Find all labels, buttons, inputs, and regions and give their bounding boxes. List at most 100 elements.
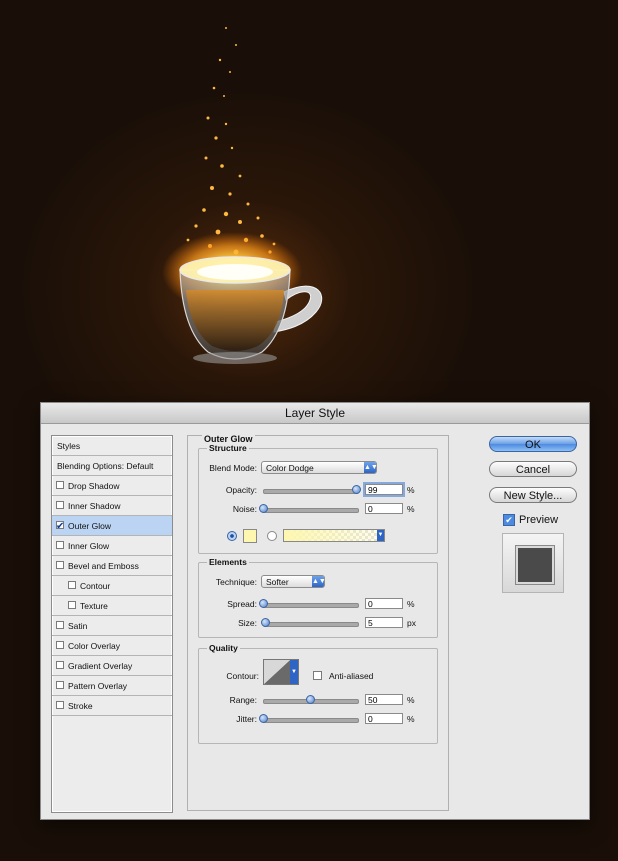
style-item-checkbox[interactable] — [56, 501, 64, 509]
range-field[interactable]: 50 — [365, 694, 403, 705]
opacity-slider-track[interactable] — [263, 489, 359, 494]
style-item-contour[interactable]: Contour — [52, 576, 172, 596]
anti-aliased-checkbox[interactable] — [313, 671, 322, 680]
structure-title: Structure — [207, 443, 249, 453]
style-item-satin[interactable]: Satin — [52, 616, 172, 636]
preview-label: Preview — [519, 514, 559, 526]
style-item-outer-glow[interactable]: Outer Glow — [52, 516, 172, 537]
glow-color-swatch[interactable] — [243, 529, 257, 543]
size-unit: px — [407, 618, 416, 628]
style-item-gradient-overlay[interactable]: Gradient Overlay — [52, 656, 172, 676]
elements-title: Elements — [207, 557, 249, 567]
style-item-pattern-overlay[interactable]: Pattern Overlay — [52, 676, 172, 696]
style-item-checkbox[interactable] — [56, 661, 64, 669]
noise-label: Noise: — [232, 504, 257, 514]
glow-gradient-picker[interactable]: ▼ — [283, 529, 385, 542]
coffee-cup-illustration — [162, 27, 323, 364]
style-item-label: Satin — [68, 621, 88, 631]
blend-mode-select[interactable]: Color Dodge ▲▼ — [261, 461, 378, 474]
style-item-label: Inner Glow — [68, 541, 110, 551]
opacity-field[interactable]: 99 — [365, 484, 403, 495]
style-item-label: Bevel and Emboss — [68, 561, 139, 571]
style-preview — [502, 533, 564, 593]
anti-aliased-label: Anti-aliased — [329, 671, 374, 681]
style-item-checkbox[interactable] — [56, 641, 64, 649]
style-item-label: Drop Shadow — [68, 481, 120, 491]
style-item-label: Texture — [80, 601, 108, 611]
style-item-checkbox[interactable] — [56, 517, 64, 537]
spread-slider-track[interactable] — [263, 603, 359, 608]
size-label: Size: — [238, 618, 257, 628]
style-item-stroke[interactable]: Stroke — [52, 696, 172, 716]
style-item-inner-glow[interactable]: Inner Glow — [52, 536, 172, 556]
style-item-drop-shadow[interactable]: Drop Shadow — [52, 476, 172, 496]
technique-select[interactable]: Softer ▲▼ — [261, 575, 326, 588]
style-item-checkbox[interactable] — [56, 681, 64, 689]
style-item-texture[interactable]: Texture — [52, 596, 172, 616]
new-style-button[interactable]: New Style... — [489, 487, 577, 503]
chevron-updown-icon: ▲▼ — [364, 462, 378, 473]
preview-toggle[interactable]: ✔ Preview — [503, 514, 559, 527]
range-unit: % — [407, 695, 415, 705]
preview-checkbox[interactable]: ✔ — [503, 514, 515, 527]
quality-group: Quality Contour: ▼ Anti-aliased Range: 5… — [198, 643, 438, 744]
quality-title: Quality — [207, 643, 240, 653]
ok-button[interactable]: OK — [489, 436, 577, 452]
spread-unit: % — [407, 599, 415, 609]
blending-options-item[interactable]: Blending Options: Default — [52, 456, 172, 476]
style-item-checkbox[interactable] — [68, 581, 76, 589]
blend-mode-value: Color Dodge — [266, 463, 314, 473]
style-item-checkbox[interactable] — [56, 481, 64, 489]
range-label: Range: — [229, 695, 257, 705]
style-item-label: Outer Glow — [68, 521, 111, 531]
size-slider-thumb[interactable] — [260, 618, 270, 627]
color-radio-button[interactable] — [227, 531, 237, 541]
style-item-label: Gradient Overlay — [68, 661, 133, 671]
jitter-label: Jitter: — [236, 714, 257, 724]
opacity-slider-thumb[interactable] — [352, 485, 362, 494]
contour-curve-icon — [264, 660, 290, 684]
sparkle-particles — [186, 27, 276, 255]
technique-value: Softer — [266, 577, 289, 587]
dialog-title: Layer Style — [41, 403, 589, 424]
chevron-down-icon: ▼ — [377, 530, 384, 541]
spread-label: Spread: — [227, 599, 257, 609]
style-item-label: Stroke — [68, 701, 93, 711]
outer-glow-panel: Outer Glow Structure Blend Mode: Color D… — [187, 434, 449, 811]
chevron-down-icon: ▼ — [290, 660, 298, 684]
styles-list: Styles Blending Options: Default Drop Sh… — [51, 435, 173, 813]
contour-picker[interactable]: ▼ — [263, 659, 299, 685]
style-item-checkbox[interactable] — [56, 561, 64, 569]
style-item-checkbox[interactable] — [68, 601, 76, 609]
style-item-inner-shadow[interactable]: Inner Shadow — [52, 496, 172, 516]
jitter-unit: % — [407, 714, 415, 724]
noise-slider-track[interactable] — [263, 508, 359, 513]
style-item-checkbox[interactable] — [56, 621, 64, 629]
noise-unit: % — [407, 504, 415, 514]
preview-swatch — [516, 546, 554, 584]
jitter-slider-thumb[interactable] — [259, 714, 268, 723]
range-slider-thumb[interactable] — [306, 695, 315, 704]
style-item-label: Inner Shadow — [68, 501, 121, 511]
gradient-radio-button[interactable] — [267, 531, 277, 541]
contour-label: Contour: — [226, 671, 259, 681]
style-item-checkbox[interactable] — [56, 541, 64, 549]
cancel-button[interactable]: Cancel — [489, 461, 577, 477]
blend-mode-label: Blend Mode: — [209, 463, 257, 473]
style-item-label: Color Overlay — [68, 641, 120, 651]
style-item-color-overlay[interactable]: Color Overlay — [52, 636, 172, 656]
size-field[interactable]: 5 — [365, 617, 403, 628]
style-item-bevel-and-emboss[interactable]: Bevel and Emboss — [52, 556, 172, 576]
size-slider-track[interactable] — [263, 622, 359, 627]
styles-list-header[interactable]: Styles — [52, 436, 172, 456]
noise-field[interactable]: 0 — [365, 503, 403, 514]
elements-group: Elements Technique: Softer ▲▼ Spread: 0 … — [198, 557, 438, 638]
noise-slider-thumb[interactable] — [259, 504, 268, 513]
spread-slider-thumb[interactable] — [259, 599, 268, 608]
style-item-checkbox[interactable] — [56, 701, 64, 709]
technique-label: Technique: — [215, 577, 257, 587]
jitter-slider-track[interactable] — [263, 718, 359, 723]
spread-field[interactable]: 0 — [365, 598, 403, 609]
jitter-field[interactable]: 0 — [365, 713, 403, 724]
style-item-label: Pattern Overlay — [68, 681, 128, 691]
